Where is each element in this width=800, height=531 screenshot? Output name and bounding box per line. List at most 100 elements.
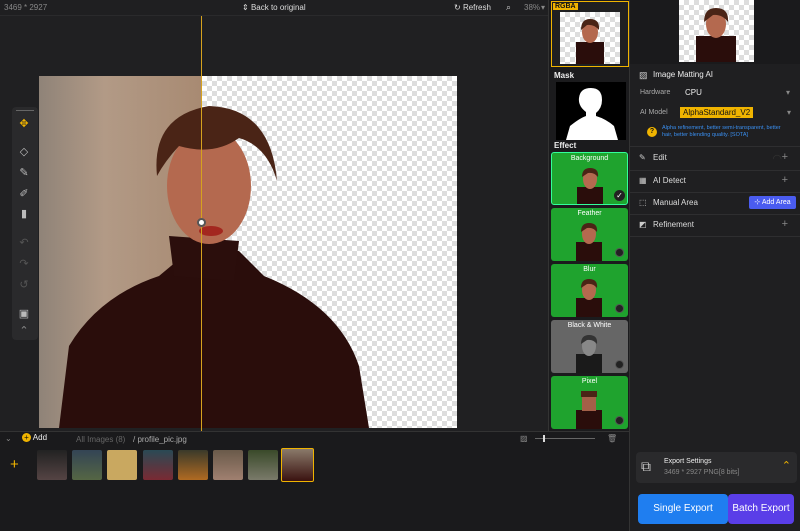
ai-model-value: AlphaStandard_V2 bbox=[680, 107, 754, 118]
all-images-link[interactable]: All Images (8) bbox=[76, 435, 125, 444]
pixel-radio[interactable] bbox=[615, 416, 624, 425]
effect-feather[interactable]: Feather bbox=[551, 208, 628, 261]
zoom-level[interactable]: 38% bbox=[524, 3, 540, 12]
image-strip: ⌄ + Add All Images (8) / profile_pic.jpg… bbox=[0, 431, 629, 531]
export-settings[interactable]: ⧉ Export Settings 3469 * 2927 PNG[8 bits… bbox=[636, 452, 797, 483]
effect-blur[interactable]: Blur bbox=[551, 264, 628, 317]
edit-icon: ✎ bbox=[639, 153, 646, 162]
trash-icon[interactable]: 🗑 bbox=[607, 434, 617, 443]
chevron-down-icon: ▾ bbox=[786, 108, 791, 117]
effect-label: Effect bbox=[554, 141, 577, 150]
hardware-select[interactable]: CPU ▾ bbox=[682, 87, 792, 98]
move-tool-icon[interactable]: ✥ bbox=[16, 116, 32, 132]
thumbnail-2[interactable] bbox=[72, 450, 102, 480]
rgba-preview[interactable]: RGBA bbox=[551, 1, 629, 67]
plus-icon[interactable]: + bbox=[782, 174, 788, 186]
add-image-plus-icon[interactable]: + bbox=[10, 456, 19, 473]
split-icon: ⇕ bbox=[242, 3, 249, 12]
mask-preview[interactable] bbox=[556, 82, 626, 140]
thumbnail-6[interactable] bbox=[213, 450, 243, 480]
batch-export-button[interactable]: Batch Export bbox=[728, 494, 794, 524]
hardware-label: Hardware bbox=[640, 89, 671, 96]
plus-icon[interactable]: + bbox=[782, 151, 788, 163]
blur-radio[interactable] bbox=[615, 304, 624, 313]
result-preview bbox=[630, 0, 800, 64]
back-label: Back to original bbox=[250, 3, 306, 12]
matting-title: Image Matting AI bbox=[653, 70, 714, 79]
edit-toggle-icon[interactable]: ◠ bbox=[772, 152, 782, 165]
add-images-button[interactable]: + Add bbox=[22, 433, 47, 442]
feather-radio[interactable] bbox=[615, 248, 624, 257]
back-to-original-button[interactable]: ⇕ Back to original bbox=[242, 3, 306, 12]
undo-icon[interactable]: ↶ bbox=[16, 235, 32, 251]
collapse-strip-icon[interactable]: ⌄ bbox=[5, 434, 12, 443]
result-thumb-person bbox=[696, 8, 736, 62]
matting-icon: ▨ bbox=[639, 70, 648, 80]
add-area-button[interactable]: ⊹ Add Area bbox=[749, 196, 796, 209]
refinement-label: Refinement bbox=[653, 220, 694, 229]
edit-label: Edit bbox=[653, 153, 667, 162]
single-export-button[interactable]: Single Export bbox=[638, 494, 728, 524]
detect-icon: ▦ bbox=[639, 176, 647, 185]
ai-model-select[interactable]: AlphaStandard_V2 ▾ bbox=[680, 107, 793, 119]
effect-label-blur: Blur bbox=[583, 266, 596, 273]
thumbnail-4[interactable] bbox=[143, 450, 173, 480]
add-area-icon: ⊹ bbox=[754, 199, 761, 206]
refinement-row[interactable]: ◩ Refinement + bbox=[638, 218, 794, 234]
effect-label-background: Background bbox=[570, 155, 609, 162]
reset-icon[interactable]: ↺ bbox=[16, 277, 32, 293]
redo-icon[interactable]: ↷ bbox=[16, 256, 32, 272]
model-description: Alpha refinement, better semi-transparen… bbox=[662, 125, 781, 138]
image-size-icon: ▨ bbox=[520, 434, 528, 443]
split-handle[interactable] bbox=[197, 218, 206, 227]
expand-icon[interactable]: ⌃ bbox=[782, 459, 791, 472]
checkmark-icon: ✓ bbox=[614, 190, 625, 201]
effect-label-feather: Feather bbox=[577, 210, 602, 217]
brush-icon[interactable]: ✐ bbox=[16, 186, 32, 202]
export-info: 3469 * 2927 PNG[8 bits] bbox=[664, 469, 740, 476]
chevron-down-icon: ▾ bbox=[785, 88, 790, 97]
effect-label-black-white: Black & White bbox=[567, 322, 612, 329]
search-icon[interactable]: ⌕ bbox=[506, 2, 511, 13]
ai-model-label: AI Model bbox=[640, 109, 668, 116]
thumbnail-3[interactable] bbox=[107, 450, 137, 480]
export-settings-title: Export Settings bbox=[664, 458, 712, 465]
hardware-value: CPU bbox=[685, 88, 702, 97]
thumbnail-1[interactable] bbox=[37, 450, 67, 480]
current-path: / profile_pic.jpg bbox=[133, 435, 187, 444]
effect-background[interactable]: Background ✓ bbox=[551, 152, 628, 205]
thumbnail-5[interactable] bbox=[178, 450, 208, 480]
refresh-button[interactable]: ↻ Refresh bbox=[454, 3, 491, 12]
ai-detect-label: AI Detect bbox=[653, 176, 686, 185]
thumbnail-7[interactable] bbox=[248, 450, 278, 480]
top-bar: 3469 * 2927 ⇕ Back to original ↻ Refresh… bbox=[0, 0, 548, 16]
eraser-icon[interactable]: ◇ bbox=[16, 144, 32, 160]
rgba-label: RGBA bbox=[553, 3, 578, 10]
subject-silhouette bbox=[59, 106, 369, 428]
roller-icon[interactable]: ▮ bbox=[16, 206, 32, 222]
thumbnail-8-selected[interactable] bbox=[281, 448, 314, 482]
refinement-icon: ◩ bbox=[639, 220, 647, 229]
effect-black-white[interactable]: Black & White bbox=[551, 320, 628, 373]
chevron-down-icon[interactable]: ▾ bbox=[541, 3, 545, 12]
effects-column: RGBA Mask Effect Background ✓ Feather Bl… bbox=[548, 0, 629, 431]
image-dimensions: 3469 * 2927 bbox=[4, 3, 48, 12]
export-settings-icon: ⧉ bbox=[641, 458, 651, 474]
refresh-icon: ↻ bbox=[454, 3, 461, 12]
image-preview[interactable] bbox=[39, 76, 457, 428]
ai-detect-row[interactable]: ▦ AI Detect + bbox=[638, 174, 794, 190]
mask-label: Mask bbox=[554, 71, 575, 80]
canvas-area[interactable]: ✥ ◇ ✎ ✐ ▮ ↶ ↷ ↺ ▣ ⌃ bbox=[0, 16, 548, 431]
black-white-radio[interactable] bbox=[615, 360, 624, 369]
fit-screen-icon[interactable]: ▣ bbox=[16, 306, 32, 322]
effect-label-pixel: Pixel bbox=[581, 378, 598, 385]
plus-icon[interactable]: + bbox=[782, 218, 788, 230]
slider-thumb[interactable] bbox=[543, 435, 545, 442]
pencil-icon[interactable]: ✎ bbox=[16, 165, 32, 181]
help-icon[interactable]: ? bbox=[647, 127, 657, 137]
collapse-icon[interactable]: ⌃ bbox=[16, 323, 32, 339]
edit-row[interactable]: ✎ Edit ◠ + bbox=[638, 151, 794, 167]
tool-palette: ✥ ◇ ✎ ✐ ▮ ↶ ↷ ↺ ▣ ⌃ bbox=[12, 107, 38, 340]
mask-silhouette bbox=[566, 88, 618, 140]
effect-pixel[interactable]: Pixel bbox=[551, 376, 628, 429]
